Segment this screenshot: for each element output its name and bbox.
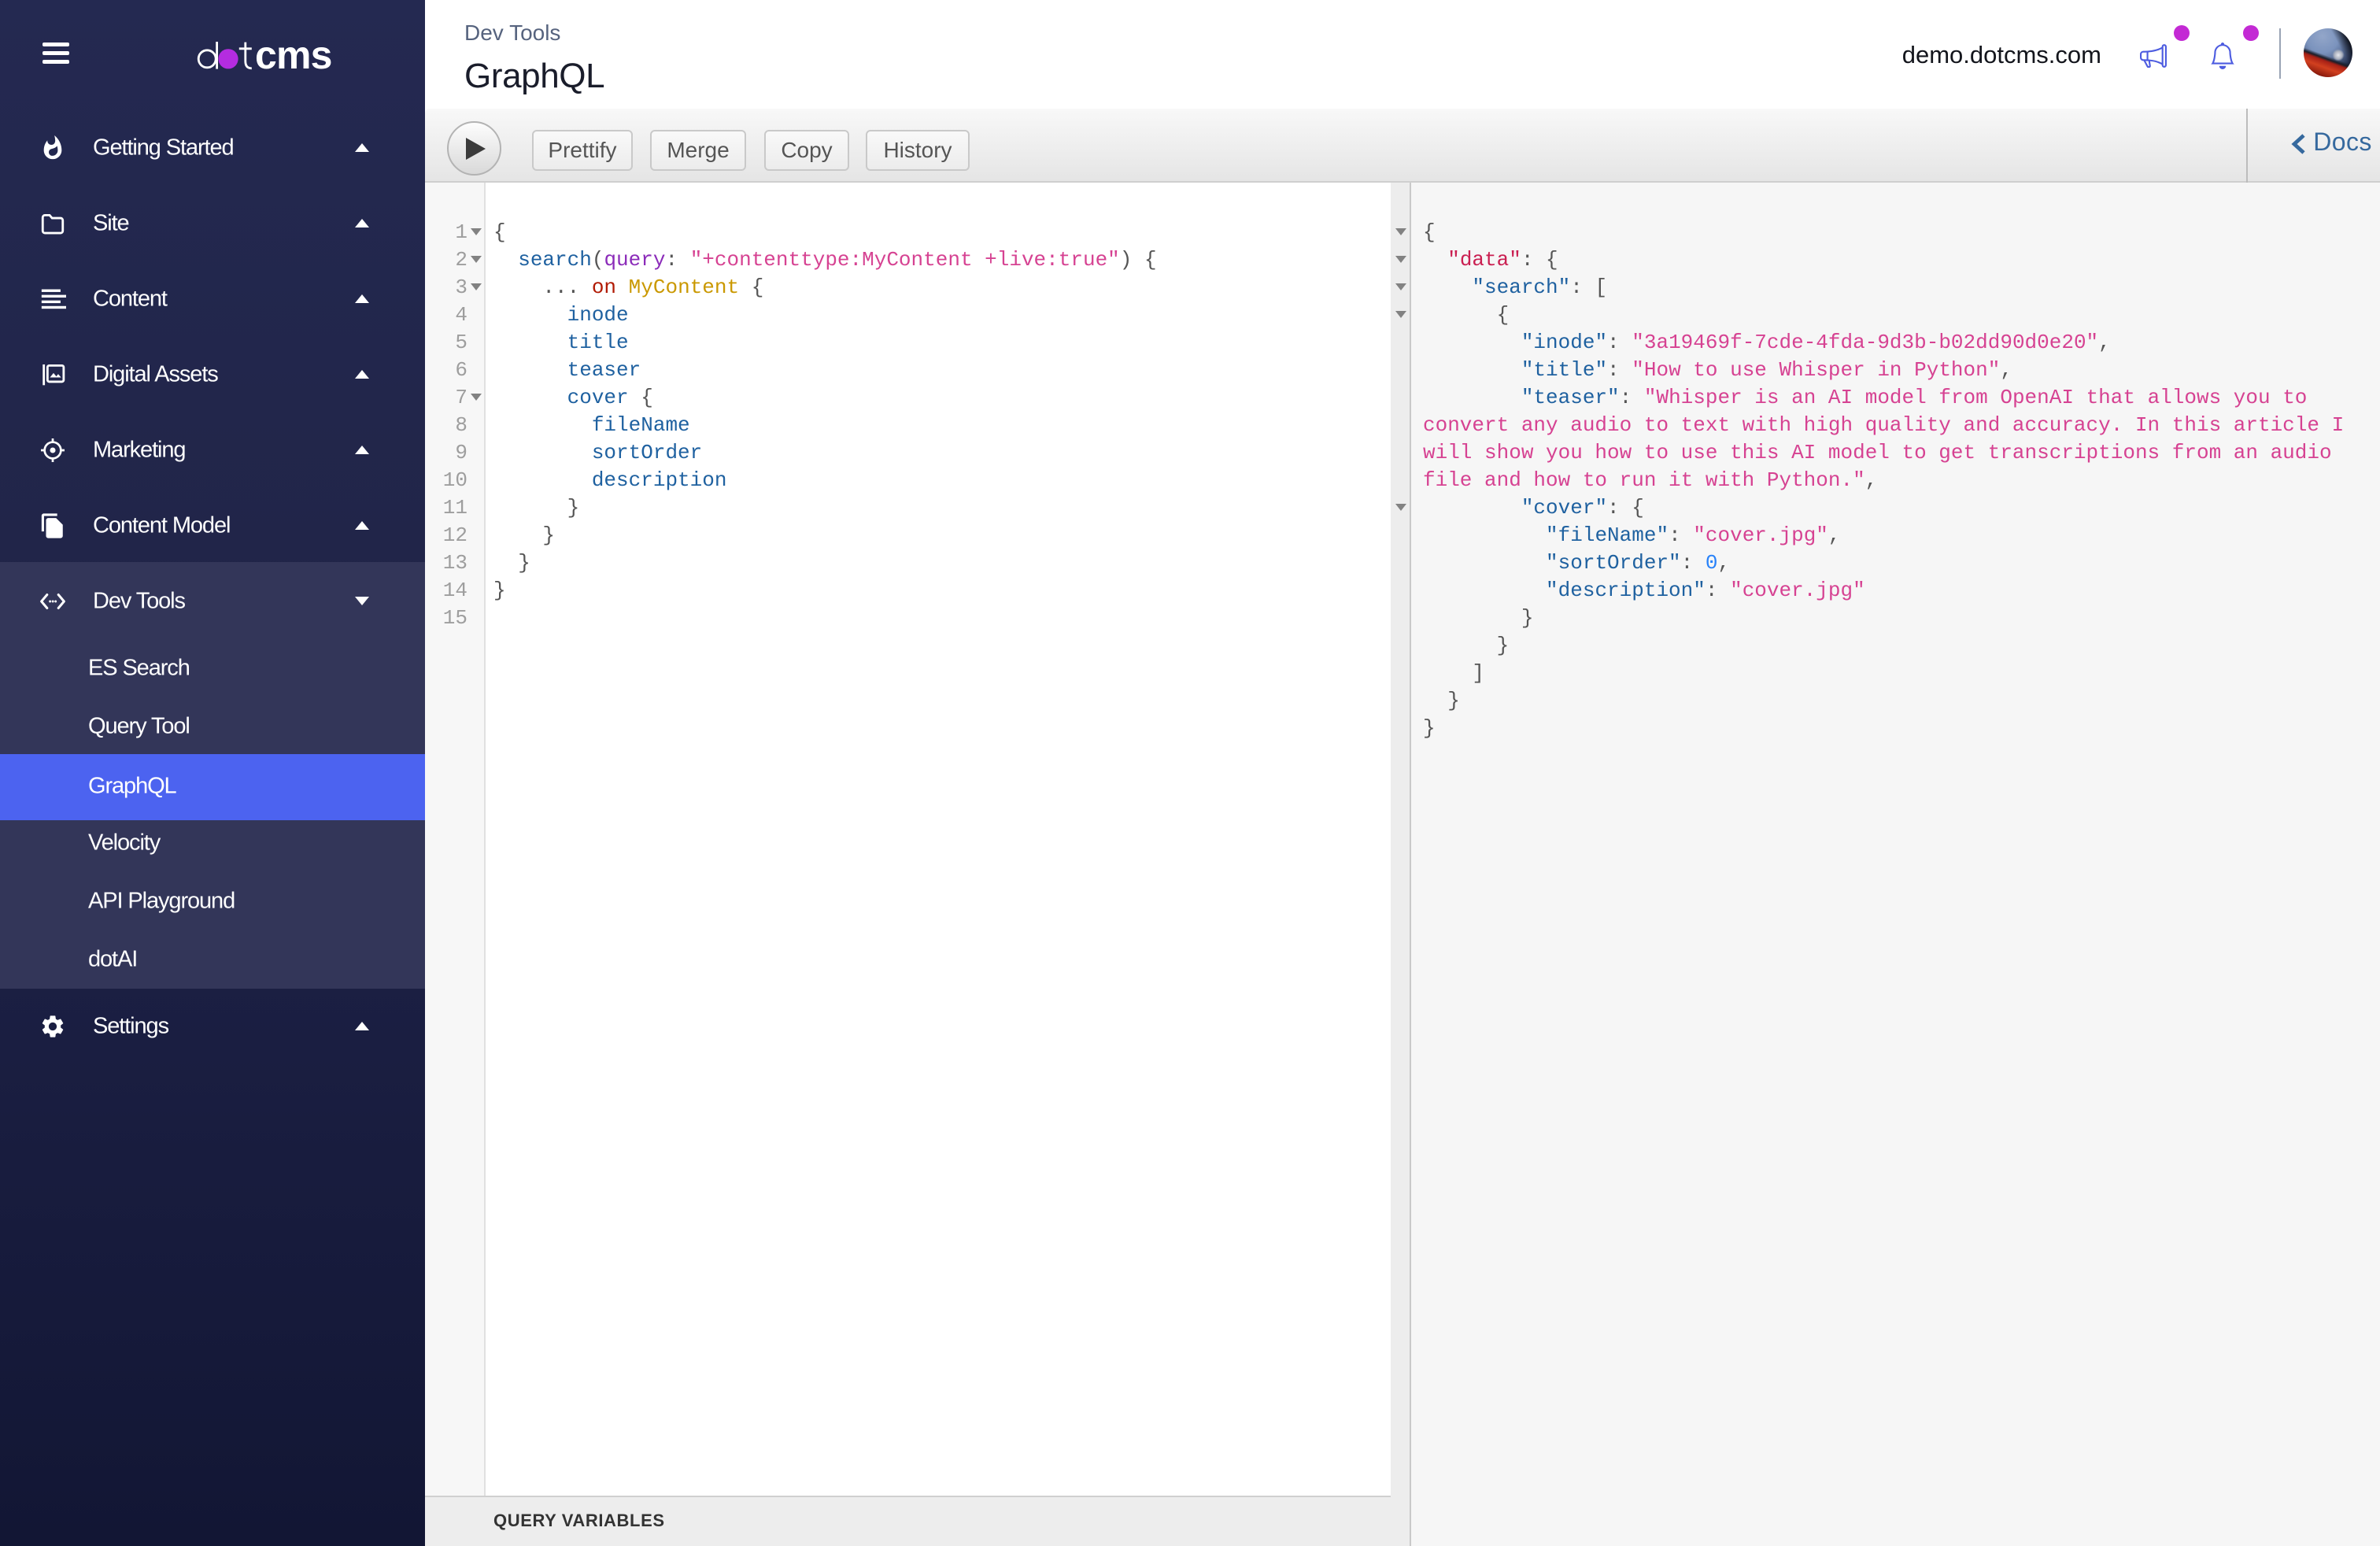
svg-text:cms: cms (255, 42, 332, 70)
